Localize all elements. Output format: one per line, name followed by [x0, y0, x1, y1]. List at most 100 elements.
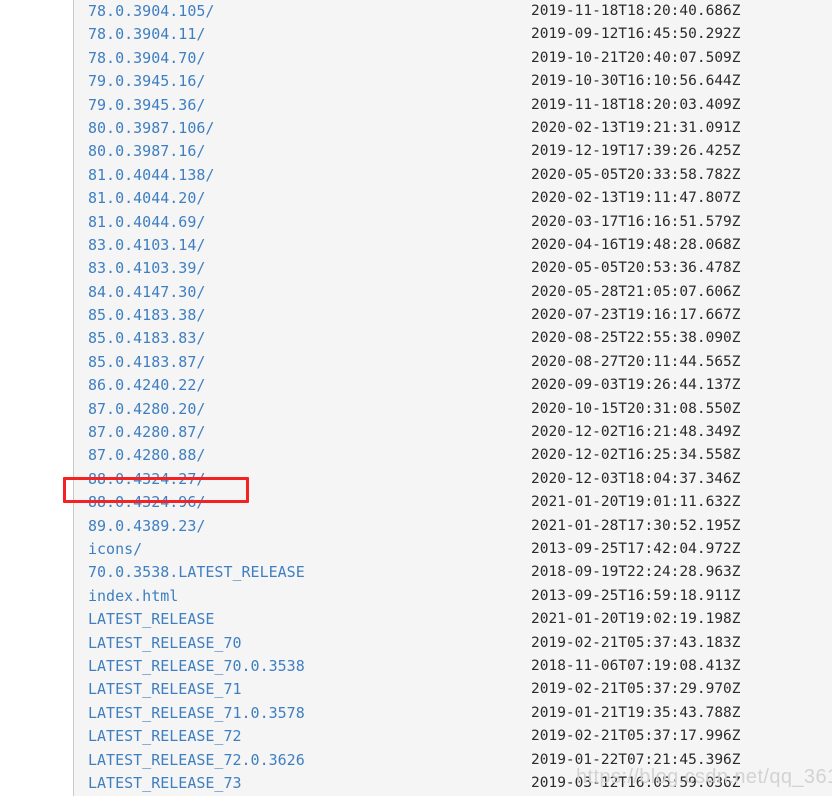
directory-entry-link[interactable]: 83.0.4103.39/ — [88, 257, 205, 280]
directory-entry-row: 83.0.4103.14/2020-04-16T19:48:28.068Z — [74, 234, 832, 257]
directory-entry-row: LATEST_RELEASE_71.0.3578 2019-01-21T19:35… — [74, 702, 832, 725]
directory-entry-link[interactable]: 79.0.3945.36/ — [88, 94, 205, 117]
directory-entry-date: 2020-02-13T19:21:31.091Z — [531, 119, 741, 136]
directory-entry-link[interactable]: 86.0.4240.22/ — [88, 374, 205, 397]
directory-entry-date: 2020-02-13T19:11:47.807Z — [531, 190, 741, 207]
directory-entry-row: 89.0.4389.23/2021-01-28T17:30:52.195Z — [74, 515, 832, 538]
directory-entry-date: 2019-01-21T19:35:43.788Z — [531, 704, 741, 721]
directory-entry-date: 2020-08-27T20:11:44.565Z — [531, 353, 741, 370]
directory-entry-link[interactable]: 85.0.4183.38/ — [88, 304, 205, 327]
directory-entry-row: 88.0.4324.96/2021-01-20T19:01:11.632Z — [74, 491, 832, 514]
directory-entry-date: 2020-12-03T18:04:37.346Z — [531, 470, 741, 487]
directory-entry-row: 83.0.4103.39/2020-05-05T20:53:36.478Z — [74, 257, 832, 280]
directory-entry-link[interactable]: 81.0.4044.138/ — [88, 164, 214, 187]
directory-entry-date: 2021-01-20T19:01:11.632Z — [531, 494, 741, 511]
directory-listing-rows: 78.0.3904.105/2019-11-18T18:20:40.686Z 78… — [74, 0, 832, 796]
directory-entry-link[interactable]: 83.0.4103.14/ — [88, 234, 205, 257]
directory-entry-link[interactable]: 87.0.4280.20/ — [88, 398, 205, 421]
directory-entry-link[interactable]: 80.0.3987.16/ — [88, 140, 205, 163]
directory-entry-row: 86.0.4240.22/2020-09-03T19:26:44.137Z — [74, 374, 832, 397]
directory-entry-row: 78.0.3904.70/2019-10-21T20:40:07.509Z — [74, 47, 832, 70]
directory-entry-link[interactable]: 80.0.3987.106/ — [88, 117, 214, 140]
directory-entry-link[interactable]: 87.0.4280.87/ — [88, 421, 205, 444]
directory-entry-date: 2019-09-12T16:45:50.292Z — [531, 26, 741, 43]
watermark-text: https://blog.csdn.net/qq_36171287 — [576, 766, 832, 788]
directory-entry-link[interactable]: 87.0.4280.88/ — [88, 444, 205, 467]
directory-entry-row: 80.0.3987.16/2019-12-19T17:39:26.425Z — [74, 140, 832, 163]
directory-entry-row: LATEST_RELEASE 2021-01-20T19:02:19.198Z — [74, 608, 832, 631]
directory-entry-link[interactable]: icons/ — [88, 538, 142, 561]
directory-entry-link[interactable]: 85.0.4183.83/ — [88, 327, 205, 350]
directory-entry-row: 70.0.3538.LATEST_RELEASE 2018-09-19T22:24… — [74, 561, 832, 584]
directory-entry-date: 2020-12-02T16:25:34.558Z — [531, 447, 741, 464]
directory-entry-row: 87.0.4280.87/2020-12-02T16:21:48.349Z — [74, 421, 832, 444]
directory-entry-row: 85.0.4183.38/2020-07-23T19:16:17.667Z — [74, 304, 832, 327]
directory-listing: 78.0.3904.105/2019-11-18T18:20:40.686Z 78… — [73, 0, 832, 796]
directory-entry-date: 2020-12-02T16:21:48.349Z — [531, 424, 741, 441]
directory-entry-row: 85.0.4183.83/2020-08-25T22:55:38.090Z — [74, 327, 832, 350]
directory-entry-date: 2019-10-21T20:40:07.509Z — [531, 49, 741, 66]
directory-entry-link[interactable]: 79.0.3945.16/ — [88, 70, 205, 93]
directory-entry-date: 2019-10-30T16:10:56.644Z — [531, 73, 741, 90]
directory-entry-row: 81.0.4044.69/2020-03-17T16:16:51.579Z — [74, 211, 832, 234]
directory-entry-date: 2019-02-21T05:37:29.970Z — [531, 681, 741, 698]
directory-entry-row: 78.0.3904.105/2019-11-18T18:20:40.686Z — [74, 0, 832, 23]
directory-entry-row: 78.0.3904.11/2019-09-12T16:45:50.292Z — [74, 23, 832, 46]
directory-entry-row: 87.0.4280.88/2020-12-02T16:25:34.558Z — [74, 444, 832, 467]
directory-entry-date: 2020-10-15T20:31:08.550Z — [531, 400, 741, 417]
directory-entry-date: 2018-11-06T07:19:08.413Z — [531, 657, 741, 674]
directory-entry-link[interactable]: 78.0.3904.105/ — [88, 0, 214, 23]
directory-entry-date: 2018-09-19T22:24:28.963Z — [531, 564, 741, 581]
directory-entry-row: 87.0.4280.20/2020-10-15T20:31:08.550Z — [74, 398, 832, 421]
directory-entry-link[interactable]: 70.0.3538.LATEST_RELEASE — [88, 561, 305, 584]
directory-entry-date: 2020-09-03T19:26:44.137Z — [531, 377, 741, 394]
directory-entry-link[interactable]: 85.0.4183.87/ — [88, 351, 205, 374]
directory-entry-date: 2019-02-21T05:37:17.996Z — [531, 728, 741, 745]
directory-entry-date: 2019-11-18T18:20:40.686Z — [531, 3, 741, 19]
directory-entry-link[interactable]: LATEST_RELEASE_70 — [88, 632, 242, 655]
directory-entry-link[interactable]: LATEST_RELEASE_72.0.3626 — [88, 749, 305, 772]
directory-entry-row: 84.0.4147.30/2020-05-28T21:05:07.606Z — [74, 281, 832, 304]
directory-entry-date: 2019-11-18T18:20:03.409Z — [531, 96, 741, 113]
directory-entry-date: 2019-12-19T17:39:26.425Z — [531, 143, 741, 160]
directory-entry-row: 81.0.4044.20/2020-02-13T19:11:47.807Z — [74, 187, 832, 210]
directory-entry-link[interactable]: 78.0.3904.70/ — [88, 47, 205, 70]
directory-entry-row: 81.0.4044.138/2020-05-05T20:33:58.782Z — [74, 164, 832, 187]
directory-entry-link[interactable]: LATEST_RELEASE_73 — [88, 772, 242, 795]
directory-entry-link[interactable]: 88.0.4324.27/ — [88, 468, 205, 491]
directory-entry-date: 2019-02-21T05:37:43.183Z — [531, 634, 741, 651]
directory-entry-date: 2020-05-05T20:53:36.478Z — [531, 260, 741, 277]
directory-entry-row: LATEST_RELEASE_70 2019-02-21T05:37:43.183… — [74, 632, 832, 655]
directory-entry-row: index.html 2013-09-25T16:59:18.911Z — [74, 585, 832, 608]
directory-entry-link[interactable]: LATEST_RELEASE_71 — [88, 678, 242, 701]
directory-entry-link[interactable]: 78.0.3904.11/ — [88, 23, 205, 46]
directory-entry-link[interactable]: 89.0.4389.23/ — [88, 515, 205, 538]
directory-entry-date: 2013-09-25T17:42:04.972Z — [531, 540, 741, 557]
directory-entry-link[interactable]: LATEST_RELEASE — [88, 608, 214, 631]
directory-entry-date: 2020-05-05T20:33:58.782Z — [531, 166, 741, 183]
directory-entry-link[interactable]: 88.0.4324.96/ — [88, 491, 205, 514]
directory-entry-row: LATEST_RELEASE_72 2019-02-21T05:37:17.996… — [74, 725, 832, 748]
directory-entry-link[interactable]: LATEST_RELEASE_70.0.3538 — [88, 655, 305, 678]
directory-entry-link[interactable]: 81.0.4044.20/ — [88, 187, 205, 210]
directory-entry-row: 80.0.3987.106/2020-02-13T19:21:31.091Z — [74, 117, 832, 140]
directory-entry-row: 79.0.3945.16/2019-10-30T16:10:56.644Z — [74, 70, 832, 93]
directory-entry-date: 2020-05-28T21:05:07.606Z — [531, 283, 741, 300]
directory-entry-date: 2021-01-20T19:02:19.198Z — [531, 611, 741, 628]
directory-entry-date: 2020-07-23T19:16:17.667Z — [531, 307, 741, 324]
directory-entry-date: 2020-08-25T22:55:38.090Z — [531, 330, 741, 347]
directory-entry-link[interactable]: LATEST_RELEASE_71.0.3578 — [88, 702, 305, 725]
directory-entry-row: icons/2013-09-25T17:42:04.972Z — [74, 538, 832, 561]
directory-entry-row: LATEST_RELEASE_70.0.3538 2018-11-06T07:19… — [74, 655, 832, 678]
directory-entry-link[interactable]: index.html — [88, 585, 178, 608]
directory-entry-link[interactable]: 81.0.4044.69/ — [88, 211, 205, 234]
directory-entry-link[interactable]: 84.0.4147.30/ — [88, 281, 205, 304]
directory-entry-date: 2013-09-25T16:59:18.911Z — [531, 587, 741, 604]
directory-entry-date: 2021-01-28T17:30:52.195Z — [531, 517, 741, 534]
directory-entry-date: 2020-04-16T19:48:28.068Z — [531, 236, 741, 253]
directory-entry-row: 79.0.3945.36/2019-11-18T18:20:03.409Z — [74, 94, 832, 117]
directory-entry-link[interactable]: LATEST_RELEASE_72 — [88, 725, 242, 748]
directory-entry-date: 2020-03-17T16:16:51.579Z — [531, 213, 741, 230]
directory-entry-row: 85.0.4183.87/2020-08-27T20:11:44.565Z — [74, 351, 832, 374]
directory-entry-row: LATEST_RELEASE_71 2019-02-21T05:37:29.970… — [74, 678, 832, 701]
